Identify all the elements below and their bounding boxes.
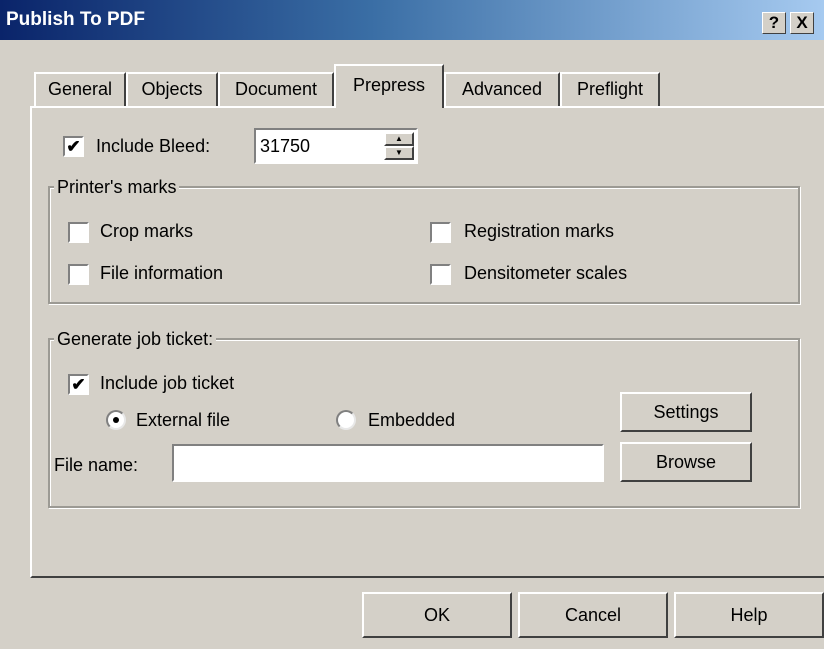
registration-marks-label: Registration marks [464, 221, 615, 241]
window-title: Publish To PDF [6, 9, 145, 30]
external-file-radio[interactable] [106, 410, 126, 430]
include-job-ticket-label: Include job ticket [100, 373, 235, 393]
file-name-label: File name: [54, 455, 139, 475]
bleed-value[interactable]: 31750 [260, 135, 310, 157]
registration-marks-checkbox[interactable] [430, 222, 451, 243]
external-file-label: External file [136, 410, 231, 430]
tab-prepress[interactable]: Prepress [334, 64, 444, 108]
spin-down-icon[interactable]: ▼ [384, 146, 414, 160]
crop-marks-checkbox[interactable] [68, 222, 89, 243]
printers-marks-title: Printer's marks [54, 176, 180, 198]
settings-button[interactable]: Settings [620, 392, 752, 432]
densitometer-scales-checkbox[interactable] [430, 264, 451, 285]
file-information-checkbox[interactable] [68, 264, 89, 285]
job-ticket-title: Generate job ticket: [54, 328, 217, 350]
ok-button[interactable]: OK [362, 592, 512, 638]
cancel-button[interactable]: Cancel [518, 592, 668, 638]
close-icon[interactable]: X [790, 12, 814, 34]
printers-marks-group [48, 186, 800, 304]
include-job-ticket-checkbox[interactable]: ✔ [68, 374, 89, 395]
help-button[interactable]: Help [674, 592, 824, 638]
tab-objects[interactable]: Objects [126, 72, 218, 106]
prepress-tab-panel: ✔ Include Bleed: 31750 ▲ ▼ Printer's mar… [30, 106, 824, 578]
include-bleed-checkbox[interactable]: ✔ [63, 136, 84, 157]
embedded-label: Embedded [368, 410, 456, 430]
tab-preflight[interactable]: Preflight [560, 72, 660, 106]
help-icon[interactable]: ? [762, 12, 786, 34]
include-bleed-label: Include Bleed: [96, 136, 211, 156]
tab-document[interactable]: Document [218, 72, 334, 106]
spin-up-icon[interactable]: ▲ [384, 132, 414, 146]
tab-general[interactable]: General [34, 72, 126, 106]
tab-advanced[interactable]: Advanced [444, 72, 560, 106]
densitometer-scales-label: Densitometer scales [464, 263, 628, 283]
bleed-spinbox[interactable]: 31750 ▲ ▼ [254, 128, 418, 164]
crop-marks-label: Crop marks [100, 221, 194, 241]
title-bar: Publish To PDF ? X [0, 0, 824, 40]
browse-button[interactable]: Browse [620, 442, 752, 482]
file-information-label: File information [100, 263, 224, 283]
embedded-radio[interactable] [336, 410, 356, 430]
publish-to-pdf-dialog: Publish To PDF ? X General Objects Docum… [0, 0, 824, 649]
file-name-input[interactable] [172, 444, 604, 482]
